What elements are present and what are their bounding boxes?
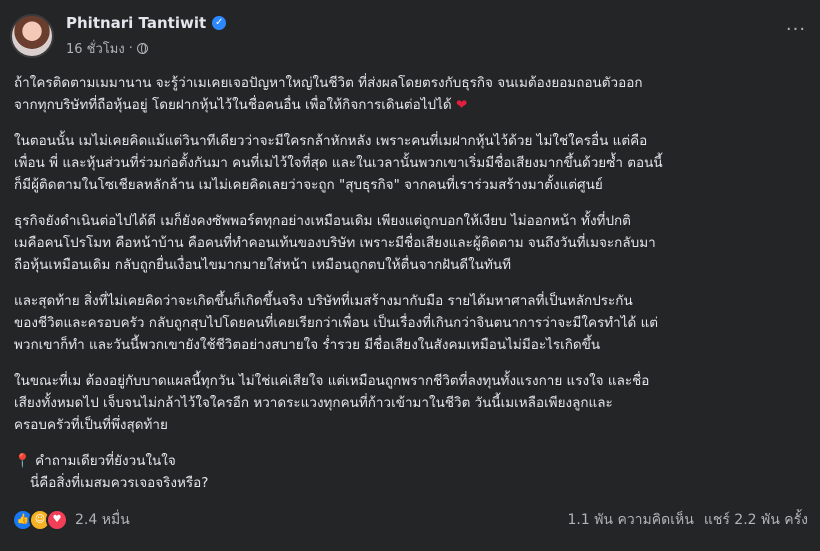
globe-icon[interactable]: [136, 43, 148, 54]
author-name[interactable]: Phitnari Tantiwit: [66, 14, 206, 32]
comments-count[interactable]: 1.1 พัน ความคิดเห็น: [567, 509, 693, 531]
author-row: Phitnari Tantiwit ✓: [66, 14, 227, 32]
post-footer: 👍 ☺ ♥ 2.4 หมื่น 1.1 พัน ความคิดเห็น แชร์…: [12, 505, 808, 535]
post-body: ถ้าใครติดตามเมมานาน จะรู้ว่าเมเคยเจอปัญห…: [14, 72, 804, 494]
post-paragraph: ในตอนนั้น เมไม่เคยคิดแม้แต่วินาทีเดียวว่…: [14, 133, 663, 193]
post-paragraph: ในขณะที่เม ต้องอยู่กับบาดแผลนี้ทุกวัน ไม…: [14, 373, 650, 433]
heart-emoji: ❤: [455, 97, 468, 113]
post-question: 📍 คำถามเดียวที่ยังวนในใจ นี่คือสิ่งที่เมส…: [14, 453, 209, 491]
verified-badge-icon: ✓: [212, 16, 227, 30]
post-paragraph: ธุรกิจยังดำเนินต่อไปได้ดี เมก็ยังคงซัพพอ…: [14, 213, 656, 273]
shares-count[interactable]: แชร์ 2.2 พัน ครั้ง: [704, 509, 808, 531]
more-options-icon[interactable]: ···: [784, 21, 808, 40]
engagement-stats: 1.1 พัน ความคิดเห็น แชร์ 2.2 พัน ครั้ง: [567, 509, 808, 531]
post-meta: 16 ชั่วโมง ·: [66, 38, 148, 59]
post-header: Phitnari Tantiwit ✓ 16 ชั่วโมง · ···: [10, 12, 810, 64]
facebook-post: Phitnari Tantiwit ✓ 16 ชั่วโมง · ··· ถ้า…: [0, 0, 820, 551]
reaction-count[interactable]: 2.4 หมื่น: [75, 509, 130, 531]
post-paragraph: และสุดท้าย สิ่งที่ไม่เคยคิดว่าจะเกิดขึ้น…: [14, 293, 659, 353]
post-time[interactable]: 16 ชั่วโมง: [66, 38, 125, 59]
post-paragraph: ถ้าใครติดตามเมมานาน จะรู้ว่าเมเคยเจอปัญห…: [14, 75, 643, 113]
love-icon: ♥: [46, 509, 68, 531]
reaction-icons: 👍 ☺ ♥: [12, 509, 68, 531]
avatar[interactable]: [10, 14, 54, 58]
pushpin-emoji: 📍: [14, 453, 31, 469]
reactions-summary[interactable]: 👍 ☺ ♥ 2.4 หมื่น: [12, 509, 130, 531]
